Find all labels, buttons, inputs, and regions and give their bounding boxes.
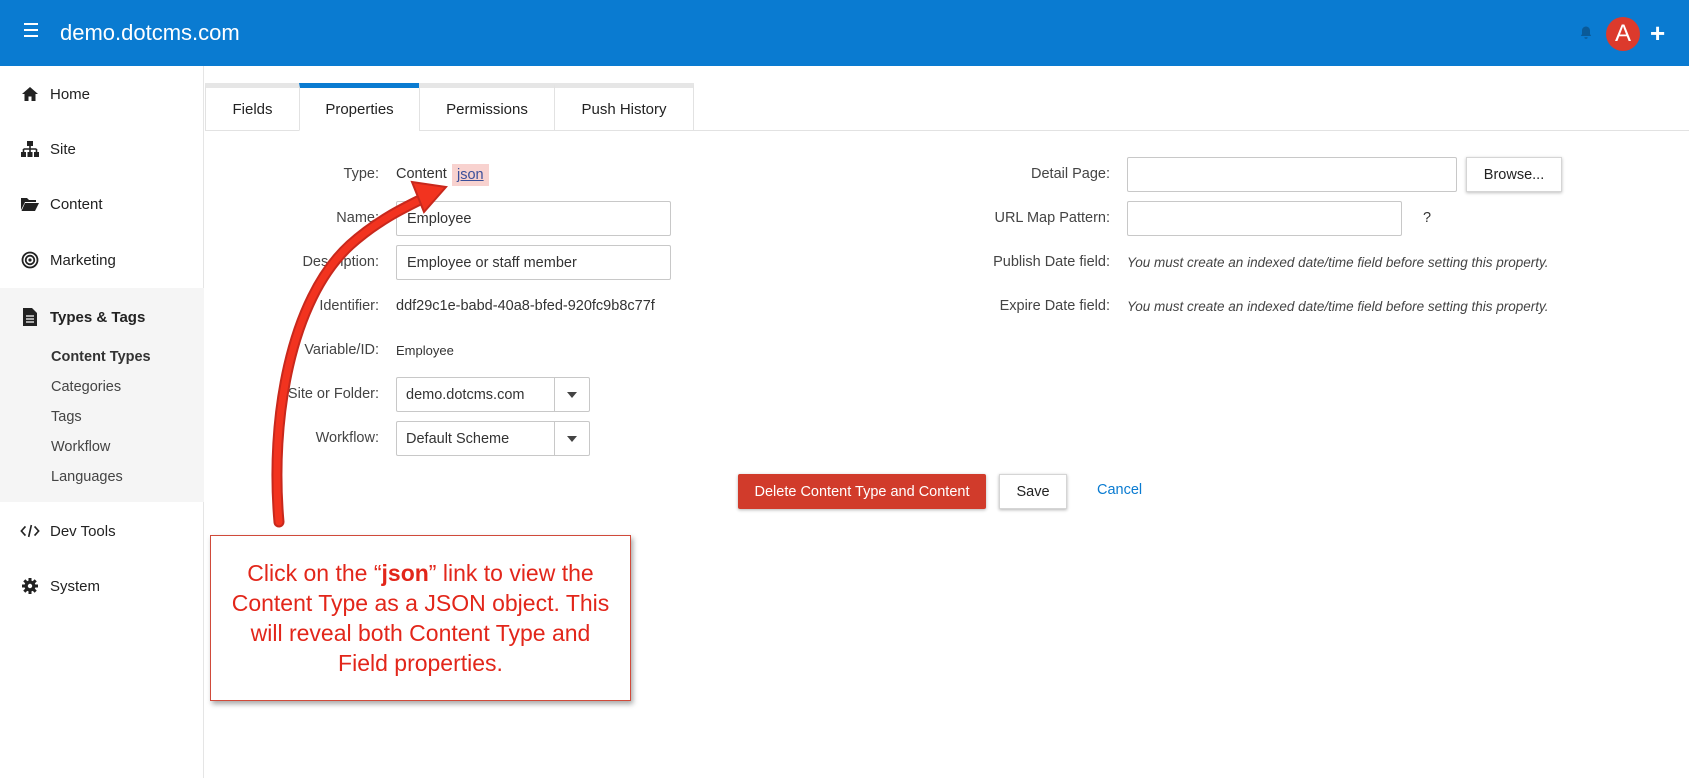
expire-date-label: Expire Date field: [999, 298, 1110, 314]
tab-properties[interactable]: Properties [299, 83, 420, 131]
sidebar-subitem-categories[interactable]: Categories [51, 379, 121, 395]
folder-open-icon [20, 194, 40, 214]
document-icon [20, 307, 40, 327]
sidebar-item-system[interactable]: System [0, 566, 204, 606]
url-map-field[interactable] [1127, 201, 1402, 236]
callout-text-start: Click on the “ [247, 560, 382, 586]
save-button[interactable]: Save [999, 474, 1067, 509]
home-icon [20, 84, 40, 104]
gear-icon [20, 576, 40, 596]
browse-button[interactable]: Browse... [1466, 157, 1562, 192]
identifier-value: ddf29c1e-babd-40a8-bfed-920fc9b8c77f [396, 298, 655, 314]
identifier-label: Identifier: [319, 298, 379, 314]
workflow-label: Workflow: [315, 430, 379, 446]
json-link[interactable]: json [452, 164, 489, 186]
url-map-label: URL Map Pattern: [994, 210, 1110, 226]
top-header: demo.dotcms.com A + [0, 0, 1689, 66]
name-label: Name: [336, 210, 379, 226]
types-tags-group: Types & Tags Content Types Categories Ta… [0, 288, 204, 502]
cancel-button[interactable]: Cancel [1097, 482, 1142, 498]
add-plus-icon[interactable]: + [1650, 16, 1665, 50]
workflow-value: Default Scheme [397, 422, 555, 455]
callout-text: Click on the “json” link to view the Con… [231, 558, 611, 678]
sidebar-item-label: Marketing [50, 251, 116, 269]
sidebar-item-label: System [50, 577, 101, 595]
site-title[interactable]: demo.dotcms.com [60, 20, 240, 46]
tab-push-history[interactable]: Push History [554, 83, 694, 131]
chevron-down-icon[interactable] [555, 422, 589, 455]
sidebar-item-label: Site [50, 140, 76, 158]
sidebar-item-label: Dev Tools [50, 522, 116, 540]
sidebar-item-content[interactable]: Content [0, 184, 204, 224]
hamburger-menu-icon[interactable] [24, 23, 40, 43]
site-folder-value: demo.dotcms.com [397, 378, 555, 411]
avatar[interactable]: A [1606, 17, 1640, 51]
sidebar: Home Site Content Marketing Types & Tags… [0, 66, 204, 778]
sidebar-item-marketing[interactable]: Marketing [0, 240, 204, 280]
help-icon[interactable]: ? [1423, 210, 1431, 226]
sitemap-icon [20, 139, 40, 159]
sidebar-item-label: Types & Tags [50, 308, 146, 326]
bell-icon[interactable] [1578, 25, 1594, 41]
detail-page-label: Detail Page: [1031, 166, 1110, 182]
tab-bar: Fields Properties Permissions Push Histo… [205, 83, 694, 131]
description-field[interactable]: Employee or staff member [396, 245, 671, 280]
sidebar-item-types-tags[interactable]: Types & Tags [0, 297, 204, 337]
tab-fields[interactable]: Fields [205, 83, 300, 131]
sidebar-item-home[interactable]: Home [0, 74, 204, 114]
variable-value: Employee [396, 343, 454, 358]
type-value: Content [396, 166, 447, 182]
name-field[interactable]: Employee [396, 201, 671, 236]
code-icon [20, 521, 40, 541]
description-label: Description: [302, 254, 379, 270]
expire-date-hint: You must create an indexed date/time fie… [1127, 299, 1549, 314]
sidebar-subitem-content-types[interactable]: Content Types [51, 349, 151, 365]
sidebar-subitem-languages[interactable]: Languages [51, 469, 123, 485]
callout-text-bold: json [381, 560, 429, 586]
tab-permissions[interactable]: Permissions [419, 83, 555, 131]
sidebar-subitem-tags[interactable]: Tags [51, 409, 82, 425]
type-label: Type: [343, 166, 379, 182]
chevron-down-icon[interactable] [555, 378, 589, 411]
sidebar-item-site[interactable]: Site [0, 129, 204, 169]
sidebar-item-label: Home [50, 85, 91, 103]
publish-date-label: Publish Date field: [993, 254, 1110, 270]
publish-date-hint: You must create an indexed date/time fie… [1127, 255, 1549, 270]
callout-box: Click on the “json” link to view the Con… [210, 535, 631, 701]
sidebar-item-dev-tools[interactable]: Dev Tools [0, 511, 204, 551]
delete-content-type-button[interactable]: Delete Content Type and Content [738, 474, 986, 509]
sidebar-subitem-workflow[interactable]: Workflow [51, 439, 110, 455]
variable-label: Variable/ID: [304, 342, 379, 358]
workflow-select[interactable]: Default Scheme [396, 421, 590, 456]
target-icon [20, 250, 40, 270]
detail-page-field[interactable] [1127, 157, 1457, 192]
site-folder-label: Site or Folder: [287, 386, 379, 402]
sidebar-item-label: Content [50, 195, 103, 213]
site-folder-select[interactable]: demo.dotcms.com [396, 377, 590, 412]
